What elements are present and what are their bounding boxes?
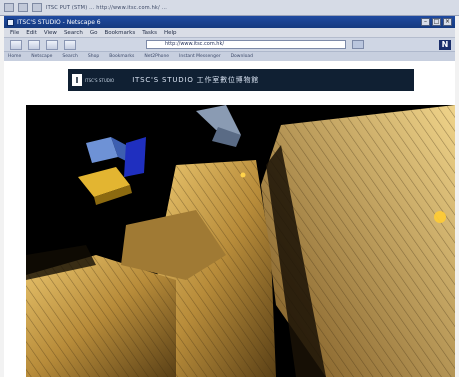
os-taskbar: ITSC PUT (STM) ... http://www.itsc.com.h… — [0, 0, 459, 16]
close-button[interactable]: × — [443, 18, 452, 26]
site-logo-icon[interactable]: I — [72, 74, 82, 86]
go-button[interactable] — [352, 40, 364, 49]
3d-scene — [26, 105, 455, 377]
menu-tasks[interactable]: Tasks — [142, 30, 157, 36]
maximize-button[interactable]: □ — [432, 18, 441, 26]
back-button[interactable] — [10, 39, 22, 50]
3d-scene-viewport[interactable] — [26, 105, 455, 377]
menu-view[interactable]: View — [44, 30, 57, 36]
bookmark-item[interactable]: Download — [231, 54, 253, 59]
page-content: I ITSC'S STUDIO ITSC'S STUDIO 工作室數位博物館 — [4, 61, 455, 377]
netscape-logo: N — [439, 40, 451, 50]
window-title: ITSC'S STUDIO - Netscape 6 — [17, 18, 101, 26]
window-controls: – □ × — [421, 18, 452, 26]
personal-toolbar: Home Netscape Search Shop Bookmarks Net2… — [4, 52, 455, 61]
menu-bookmarks[interactable]: Bookmarks — [104, 30, 135, 36]
bookmark-item[interactable]: Bookmarks — [109, 54, 134, 59]
url-input[interactable]: http://www.itsc.com.hk/ — [146, 40, 346, 49]
bookmark-item[interactable]: Instant Messenger — [179, 54, 221, 59]
menu-file[interactable]: File — [10, 30, 19, 36]
minimize-button[interactable]: – — [421, 18, 430, 26]
screen: ITSC PUT (STM) ... http://www.itsc.com.h… — [0, 0, 459, 377]
menu-bar: File Edit View Search Go Bookmarks Tasks… — [4, 28, 455, 38]
os-button[interactable] — [4, 3, 14, 12]
window-titlebar[interactable]: ITSC'S STUDIO - Netscape 6 – □ × — [4, 16, 455, 28]
site-logo-text: ITSC'S STUDIO — [85, 77, 115, 83]
bookmark-item[interactable]: Shop — [88, 54, 99, 59]
bookmark-item[interactable]: Net2Phone — [144, 54, 169, 59]
navigation-toolbar: http://www.itsc.com.hk/ N — [4, 38, 455, 52]
bookmark-item[interactable]: Search — [62, 54, 77, 59]
menu-edit[interactable]: Edit — [26, 30, 37, 36]
os-button[interactable] — [32, 3, 42, 12]
blue-panel — [124, 137, 146, 177]
bookmark-item[interactable]: Home — [8, 54, 21, 59]
menu-search[interactable]: Search — [64, 30, 83, 36]
stop-button[interactable] — [64, 39, 76, 50]
menu-go[interactable]: Go — [90, 30, 98, 36]
site-header: I ITSC'S STUDIO ITSC'S STUDIO 工作室數位博物館 — [68, 69, 414, 91]
menu-help[interactable]: Help — [164, 30, 177, 36]
os-button[interactable] — [18, 3, 28, 12]
site-title: ITSC'S STUDIO 工作室數位博物館 — [132, 76, 260, 84]
bookmark-item[interactable]: Netscape — [31, 54, 52, 59]
window-icon — [7, 18, 14, 26]
reload-button[interactable] — [46, 39, 58, 50]
forward-button[interactable] — [28, 39, 40, 50]
os-bar-text: ITSC PUT (STM) ... http://www.itsc.com.h… — [46, 4, 168, 11]
